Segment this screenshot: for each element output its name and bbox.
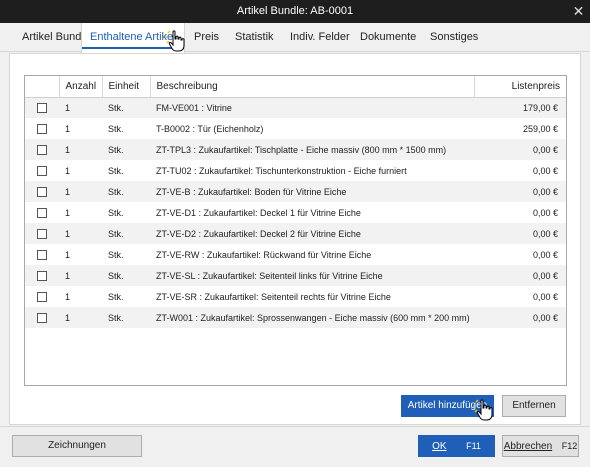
cell-anzahl: 1 <box>59 118 102 139</box>
cell-listenpreis: 0,00 € <box>474 223 566 244</box>
cell-listenpreis: 0,00 € <box>474 307 566 328</box>
row-checkbox[interactable] <box>37 186 47 197</box>
row-checkbox[interactable] <box>37 123 47 134</box>
articles-grid: Anzahl Einheit Beschreibung Listenpreis … <box>24 75 567 386</box>
table-row[interactable]: 1 Stk. ZT-VE-RW : Zukaufartikel: Rückwan… <box>25 244 566 265</box>
cell-einheit: Stk. <box>102 139 150 160</box>
drawings-button[interactable]: Zeichnungen <box>12 435 142 457</box>
cancel-button[interactable]: Abbrechen F12 <box>502 435 579 457</box>
tab-sonstiges[interactable]: Sonstiges <box>422 23 486 52</box>
table-row[interactable]: 1 Stk. FM-VE001 : Vitrine 179,00 € <box>25 97 566 118</box>
cell-einheit: Stk. <box>102 265 150 286</box>
cell-einheit: Stk. <box>102 160 150 181</box>
cell-anzahl: 1 <box>59 286 102 307</box>
cell-listenpreis: 0,00 € <box>474 139 566 160</box>
cell-anzahl: 1 <box>59 97 102 118</box>
title-bar: Artikel Bundle: AB-0001 ✕ <box>0 0 590 23</box>
articles-table: Anzahl Einheit Beschreibung Listenpreis … <box>25 76 566 328</box>
cell-anzahl: 1 <box>59 223 102 244</box>
tab-dokumente[interactable]: Dokumente <box>352 23 424 52</box>
cell-beschreibung: ZT-VE-D1 : Zukaufartikel: Deckel 1 für V… <box>150 202 474 223</box>
cell-beschreibung: ZT-VE-B : Zukaufartikel: Boden für Vitri… <box>150 181 474 202</box>
cell-beschreibung: FM-VE001 : Vitrine <box>150 97 474 118</box>
table-row[interactable]: 1 Stk. ZT-VE-SR : Zukaufartikel: Seitent… <box>25 286 566 307</box>
table-row[interactable]: 1 Stk. ZT-TPL3 : Zukaufartikel: Tischpla… <box>25 139 566 160</box>
cell-beschreibung: ZT-VE-SR : Zukaufartikel: Seitenteil rec… <box>150 286 474 307</box>
cell-anzahl: 1 <box>59 139 102 160</box>
cell-einheit: Stk. <box>102 118 150 139</box>
cell-beschreibung: ZT-TU02 : Zukaufartikel: Tischunterkonst… <box>150 160 474 181</box>
cell-einheit: Stk. <box>102 223 150 244</box>
content-panel: Anzahl Einheit Beschreibung Listenpreis … <box>9 53 581 425</box>
cell-einheit: Stk. <box>102 181 150 202</box>
cell-anzahl: 1 <box>59 202 102 223</box>
cell-listenpreis: 0,00 € <box>474 244 566 265</box>
cell-einheit: Stk. <box>102 286 150 307</box>
ok-button[interactable]: OK F11 <box>418 435 495 457</box>
cell-einheit: Stk. <box>102 307 150 328</box>
row-checkbox[interactable] <box>37 228 47 239</box>
column-header-listenpreis[interactable]: Listenpreis <box>474 76 566 98</box>
cell-listenpreis: 179,00 € <box>474 97 566 118</box>
cell-anzahl: 1 <box>59 307 102 328</box>
row-checkbox[interactable] <box>37 103 47 114</box>
column-header-anzahl[interactable]: Anzahl <box>59 76 103 98</box>
tab-preis[interactable]: Preis <box>186 23 227 52</box>
remove-button[interactable]: Entfernen <box>502 395 566 417</box>
table-row[interactable]: 1 Stk. ZT-VE-SL : Zukaufartikel: Seitent… <box>25 265 566 286</box>
cancel-button-label: Abbrechen <box>503 441 553 452</box>
select-column-header[interactable] <box>25 76 60 98</box>
row-checkbox[interactable] <box>37 144 47 155</box>
cell-beschreibung: ZT-VE-D2 : Zukaufartikel: Deckel 2 für V… <box>150 223 474 244</box>
tab-statistik[interactable]: Statistik <box>227 23 282 52</box>
cell-anzahl: 1 <box>59 244 102 265</box>
ok-button-label: OK <box>432 441 447 452</box>
cell-einheit: Stk. <box>102 97 150 118</box>
cell-einheit: Stk. <box>102 244 150 265</box>
row-checkbox[interactable] <box>37 207 47 218</box>
cell-anzahl: 1 <box>59 265 102 286</box>
table-row[interactable]: 1 Stk. ZT-VE-B : Zukaufartikel: Boden fü… <box>25 181 566 202</box>
cell-einheit: Stk. <box>102 202 150 223</box>
table-row[interactable]: 1 Stk. T-B0002 : Tür (Eichenholz) 259,00… <box>25 118 566 139</box>
cell-beschreibung: ZT-TPL3 : Zukaufartikel: Tischplatte - E… <box>150 139 474 160</box>
cell-listenpreis: 0,00 € <box>474 160 566 181</box>
row-checkbox[interactable] <box>37 249 47 260</box>
cell-listenpreis: 259,00 € <box>474 118 566 139</box>
cell-anzahl: 1 <box>59 160 102 181</box>
column-header-beschreibung[interactable]: Beschreibung <box>150 76 475 98</box>
row-checkbox[interactable] <box>37 165 47 176</box>
table-row[interactable]: 1 Stk. ZT-W001 : Zukaufartikel: Sprossen… <box>25 307 566 328</box>
cell-listenpreis: 0,00 € <box>474 265 566 286</box>
cell-beschreibung: ZT-W001 : Zukaufartikel: Sprossenwangen … <box>150 307 474 328</box>
cell-beschreibung: T-B0002 : Tür (Eichenholz) <box>150 118 474 139</box>
tab-bar: Artikel Bundle Enthaltene Artikel Preis … <box>0 23 590 53</box>
cell-beschreibung: ZT-VE-SL : Zukaufartikel: Seitenteil lin… <box>150 265 474 286</box>
drawings-button-label: Zeichnungen <box>48 440 106 451</box>
table-row[interactable]: 1 Stk. ZT-VE-D1 : Zukaufartikel: Deckel … <box>25 202 566 223</box>
table-row[interactable]: 1 Stk. ZT-TU02 : Zukaufartikel: Tischunt… <box>25 160 566 181</box>
table-row[interactable]: 1 Stk. ZT-VE-D2 : Zukaufartikel: Deckel … <box>25 223 566 244</box>
row-checkbox[interactable] <box>37 312 47 323</box>
column-header-einheit[interactable]: Einheit <box>102 76 151 98</box>
cancel-shortcut: F12 <box>561 441 578 451</box>
cell-listenpreis: 0,00 € <box>474 181 566 202</box>
hand-cursor-icon <box>473 399 493 421</box>
cell-anzahl: 1 <box>59 181 102 202</box>
window-title: Artikel Bundle: AB-0001 <box>236 5 354 17</box>
footer-divider <box>0 426 590 427</box>
tab-indiv-felder[interactable]: Indiv. Felder <box>282 23 358 52</box>
cell-listenpreis: 0,00 € <box>474 286 566 307</box>
close-icon[interactable]: ✕ <box>567 0 590 23</box>
cell-beschreibung: ZT-VE-RW : Zukaufartikel: Rückwand für V… <box>150 244 474 265</box>
row-checkbox[interactable] <box>37 291 47 302</box>
table-header-row: Anzahl Einheit Beschreibung Listenpreis <box>25 76 566 98</box>
hand-cursor-icon <box>165 30 185 52</box>
cell-listenpreis: 0,00 € <box>474 202 566 223</box>
row-checkbox[interactable] <box>37 270 47 281</box>
ok-shortcut: F11 <box>466 441 481 451</box>
